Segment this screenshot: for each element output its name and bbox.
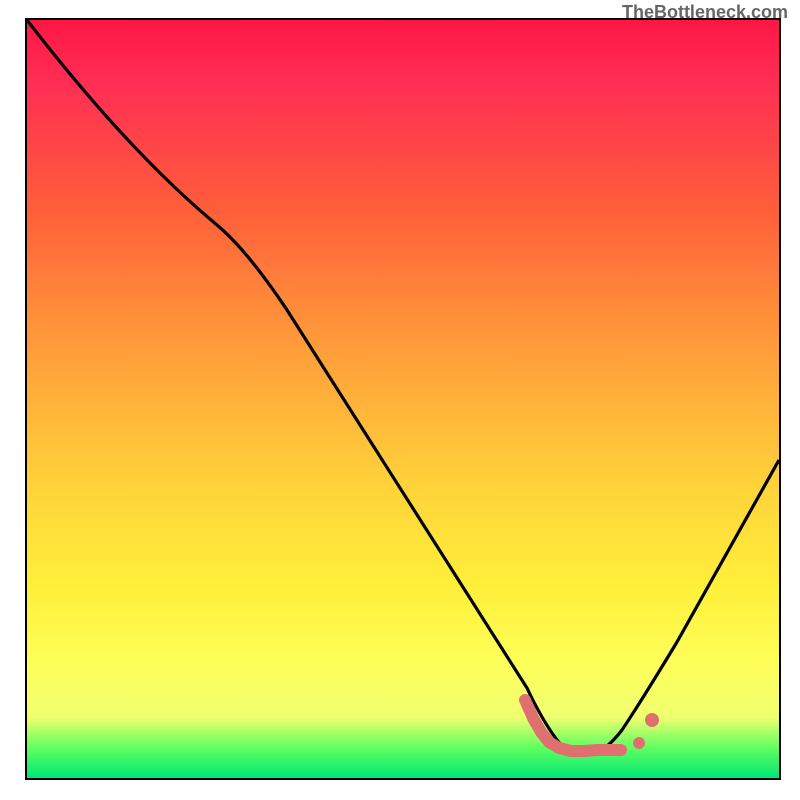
- chart-background-gradient: [27, 20, 779, 778]
- chart-container: TheBottleneck.com: [0, 0, 800, 800]
- plot-area: [25, 18, 781, 780]
- watermark-label: TheBottleneck.com: [622, 2, 788, 23]
